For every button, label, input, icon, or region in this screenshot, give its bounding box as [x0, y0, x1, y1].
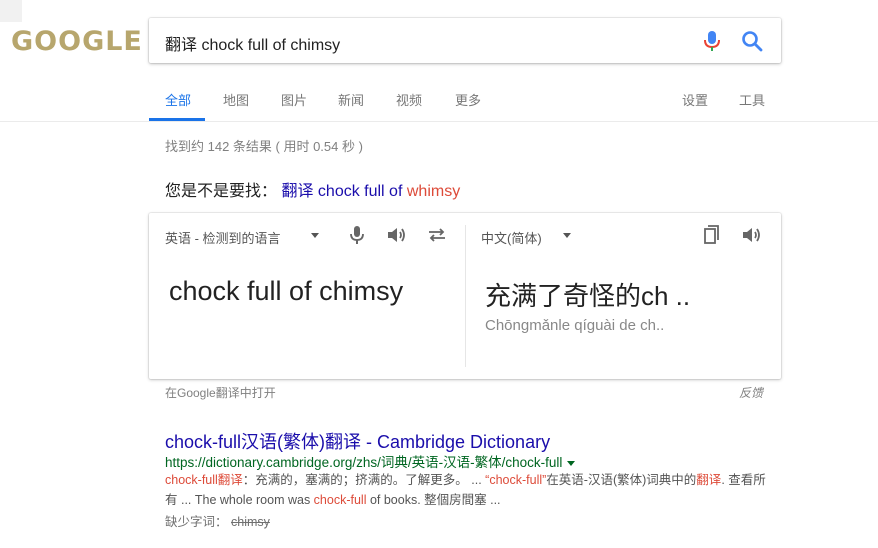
- did-you-mean-prefix: 您是不是要找：: [165, 183, 278, 200]
- snippet-highlight: chock-full: [313, 493, 367, 507]
- translated-text: 充满了奇怪的ch ..: [485, 281, 691, 311]
- swap-languages-icon[interactable]: [425, 223, 449, 247]
- corner-block: [0, 0, 22, 22]
- search-icon[interactable]: [741, 30, 763, 52]
- target-language-select[interactable]: 中文(简体): [481, 228, 542, 247]
- corrected-word: whimsy: [406, 183, 461, 200]
- copy-icon[interactable]: [700, 223, 724, 247]
- target-language-caret-icon[interactable]: [563, 233, 571, 238]
- tab-more[interactable]: 更多: [455, 90, 481, 109]
- search-box[interactable]: 翻译 chock full of chimsy: [149, 18, 781, 63]
- did-you-mean-link-text: 翻译 chock full of: [281, 183, 403, 200]
- panel-divider: [465, 225, 466, 367]
- snippet-highlight: “chock-full”: [485, 473, 547, 487]
- snippet-text: ：充满的，塞满的；挤满的。了解更多。 ...: [242, 473, 486, 487]
- tab-all[interactable]: 全部: [165, 90, 191, 109]
- microphone-icon[interactable]: [345, 223, 369, 247]
- snippet-highlight: chock-full翻译: [165, 473, 243, 487]
- snippet-text: of books. 整個房間塞 ...: [366, 493, 501, 507]
- tab-news[interactable]: 新闻: [338, 90, 364, 109]
- missing-word: chimsy: [231, 515, 270, 529]
- result-url: https://dictionary.cambridge.org/zhs/词典/…: [165, 451, 576, 471]
- translate-card: 英语 - 检测到的语言 中文(简体) chock full of chimsy …: [149, 213, 781, 379]
- source-language-select[interactable]: 英语 - 检测到的语言: [165, 228, 281, 247]
- speaker-icon[interactable]: [385, 223, 409, 247]
- settings-link[interactable]: 设置: [682, 90, 708, 109]
- missing-label: 缺少字词：: [165, 515, 228, 529]
- result-snippet: chock-full翻译：充满的，塞满的；挤满的。了解更多。 ... “choc…: [165, 470, 770, 510]
- missing-words: 缺少字词： chimsy: [165, 511, 270, 530]
- microphone-icon[interactable]: [703, 30, 721, 52]
- result-stats: 找到约 142 条结果 ( 用时 0.54 秒 ): [165, 139, 363, 154]
- tab-maps[interactable]: 地图: [223, 90, 249, 109]
- url-dropdown-caret-icon[interactable]: [567, 460, 576, 466]
- speaker-icon[interactable]: [740, 223, 764, 247]
- tools-link[interactable]: 工具: [739, 90, 765, 109]
- open-in-google-translate-link[interactable]: 在Google翻译中打开: [165, 384, 276, 401]
- source-language-caret-icon[interactable]: [311, 233, 319, 238]
- source-text[interactable]: chock full of chimsy: [169, 276, 403, 307]
- active-tab-indicator: [149, 118, 205, 121]
- tab-images[interactable]: 图片: [281, 90, 307, 109]
- romanization-text: Chōngmǎnle qíguài de ch..: [485, 317, 665, 334]
- google-logo[interactable]: GOOGLE: [11, 26, 143, 57]
- snippet-highlight: 翻译: [696, 473, 722, 487]
- did-you-mean: 您是不是要找： 翻译 chock full of whimsy: [165, 177, 460, 201]
- feedback-link[interactable]: 反馈: [739, 384, 763, 401]
- did-you-mean-link[interactable]: 翻译 chock full of whimsy: [281, 183, 460, 200]
- tab-videos[interactable]: 视频: [396, 90, 422, 109]
- search-input[interactable]: 翻译 chock full of chimsy: [165, 31, 340, 55]
- result-url-text: https://dictionary.cambridge.org/zhs/词典/…: [165, 455, 563, 470]
- snippet-text: 在英语-汉语(繁体)词典中的: [546, 473, 697, 487]
- search-tabs: 全部 地图 图片 新闻 视频 更多 设置 工具: [0, 78, 878, 122]
